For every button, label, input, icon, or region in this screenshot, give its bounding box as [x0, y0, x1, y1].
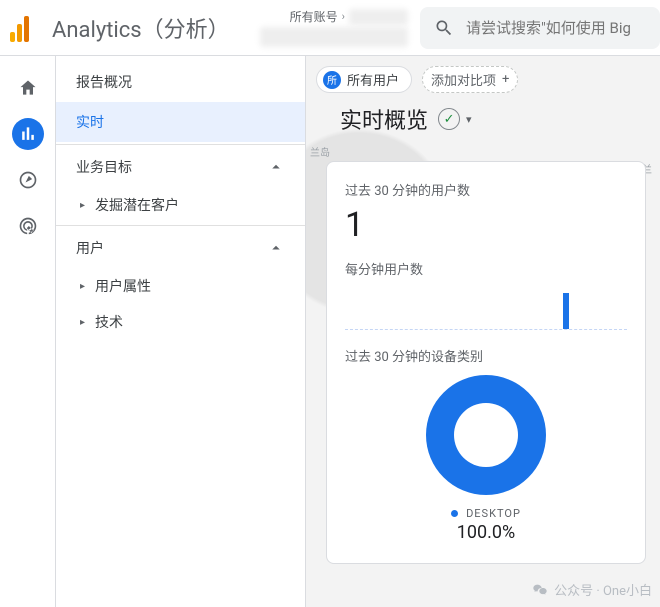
target-click-icon — [18, 216, 38, 236]
device-donut-chart — [426, 375, 546, 495]
nav-realtime[interactable]: 实时 — [56, 102, 305, 142]
nav-label: 技术 — [95, 312, 123, 332]
chevron-up-icon — [267, 158, 285, 176]
nav-label: 用户 — [76, 238, 104, 258]
chip-all-users[interactable]: 所 所有用户 — [316, 66, 412, 93]
divider — [56, 225, 305, 226]
nav-section-users[interactable]: 用户 — [56, 228, 305, 268]
per-min-label: 每分钟用户数 — [345, 259, 627, 278]
caret-right-icon: ▸ — [80, 317, 85, 328]
nav-label: 实时 — [76, 112, 104, 132]
nav-label: 业务目标 — [76, 157, 132, 177]
breadcrumb[interactable]: 所有账号 › — [290, 8, 408, 25]
rail-reports[interactable] — [12, 118, 44, 150]
chip-label: 所有用户 — [347, 70, 399, 89]
nav-label: 用户属性 — [95, 276, 151, 296]
explore-icon — [18, 170, 38, 190]
chevron-down-icon: ▾ — [466, 113, 472, 126]
search-icon — [434, 18, 454, 38]
devices-label: 过去 30 分钟的设备类别 — [345, 346, 627, 365]
chevron-right-icon: › — [342, 10, 345, 23]
donut-hole — [454, 403, 518, 467]
users-30m-label: 过去 30 分钟的用户数 — [345, 180, 627, 199]
spark-bar — [563, 293, 569, 329]
divider — [56, 144, 305, 145]
caret-right-icon: ▸ — [80, 200, 85, 211]
breadcrumb-redacted — [349, 9, 408, 25]
left-rail — [0, 56, 56, 607]
chip-label: 添加对比项 — [431, 70, 496, 89]
chevron-up-icon — [267, 239, 285, 257]
side-nav: 报告概况 实时 业务目标 ▸ 发掘潜在客户 用户 ▸ 用户属性 ▸ 技术 — [56, 56, 306, 607]
main-area: 兰岛 芬兰 所 所有用户 添加对比项 + 实时概览 ✓ ▾ 过去 30 分钟的用… — [306, 56, 660, 607]
nav-item-potential[interactable]: ▸ 发掘潜在客户 — [56, 187, 305, 223]
search-input[interactable] — [466, 19, 646, 37]
top-bar: Analytics（分析） 所有账号 › — [0, 0, 660, 56]
nav-label: 报告概况 — [76, 72, 132, 92]
realtime-card: 过去 30 分钟的用户数 1 每分钟用户数 过去 30 分钟的设备类别 DESK… — [326, 161, 646, 564]
breadcrumb-top: 所有账号 — [290, 8, 338, 25]
page-title: 实时概览 — [340, 103, 428, 135]
breadcrumb-property-redacted[interactable] — [260, 27, 408, 47]
nav-section-business[interactable]: 业务目标 — [56, 147, 305, 187]
status-dropdown[interactable]: ✓ — [438, 108, 460, 130]
chip-add-compare[interactable]: 添加对比项 + — [422, 66, 518, 93]
bar-chart-icon — [18, 124, 38, 144]
legend-percent: 100.0% — [457, 522, 515, 543]
users-30m-value: 1 — [345, 205, 627, 245]
page-heading-row: 实时概览 ✓ ▾ — [306, 101, 660, 147]
check-icon: ✓ — [444, 112, 455, 127]
per-minute-sparkline — [345, 284, 627, 330]
device-donut-wrap: DESKTOP 100.0% — [345, 375, 627, 543]
caret-right-icon: ▸ — [80, 281, 85, 292]
nav-report-overview[interactable]: 报告概况 — [56, 62, 305, 102]
watermark: 公众号 · One小白 — [532, 580, 652, 599]
home-icon — [18, 78, 38, 98]
donut-legend: DESKTOP — [451, 507, 521, 520]
search-box[interactable] — [420, 7, 660, 49]
legend-dot-icon — [451, 510, 458, 517]
nav-item-tech[interactable]: ▸ 技术 — [56, 304, 305, 340]
rail-home[interactable] — [12, 72, 44, 104]
legend-label: DESKTOP — [466, 507, 521, 520]
watermark-text: 公众号 · One小白 — [554, 580, 652, 599]
ga-logo-icon — [10, 14, 38, 42]
plus-icon: + — [502, 72, 509, 87]
rail-advertising[interactable] — [12, 210, 44, 242]
wechat-icon — [532, 582, 548, 598]
rail-explore[interactable] — [12, 164, 44, 196]
app-title: Analytics（分析） — [52, 12, 230, 44]
chip-row: 所 所有用户 添加对比项 + — [306, 56, 660, 101]
chip-badge: 所 — [323, 71, 341, 89]
nav-item-user-attr[interactable]: ▸ 用户属性 — [56, 268, 305, 304]
nav-label: 发掘潜在客户 — [95, 195, 179, 215]
